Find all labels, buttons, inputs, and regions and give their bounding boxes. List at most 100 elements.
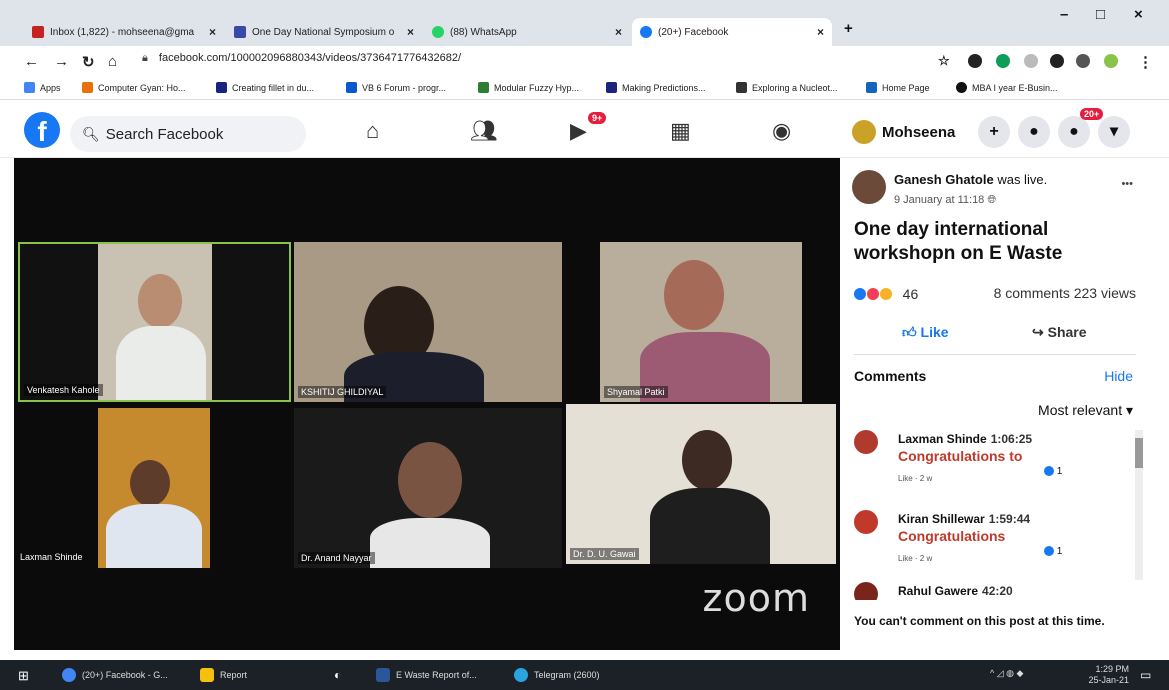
search-placeholder: Search Facebook (105, 125, 224, 143)
post-stats[interactable]: 8 comments 223 views (994, 285, 1136, 301)
bookmark-item[interactable]: Computer Gyan: Ho... (82, 82, 186, 93)
watch-icon[interactable]: ▶ (570, 118, 587, 144)
comment-author[interactable]: Rahul Gawere (898, 584, 978, 598)
share-button[interactable]: ↪ Share (1032, 324, 1087, 341)
bookmark-item[interactable]: Modular Fuzzy Hyp... (478, 82, 579, 93)
extension-icon[interactable] (1024, 54, 1038, 68)
globe-icon: 🌐︎ (987, 194, 997, 206)
cant-comment-notice: You can't comment on this post at this t… (854, 614, 1105, 628)
avatar (852, 120, 876, 144)
reload-icon[interactable]: ↻ (82, 53, 95, 71)
marketplace-icon[interactable]: ▦ (670, 118, 691, 144)
friends-icon[interactable]: 👥︎ (470, 118, 498, 144)
bookmark-item[interactable]: Creating fillet in du... (216, 82, 314, 93)
avatar[interactable] (852, 170, 886, 204)
tab-symposium[interactable]: One Day National Symposium o × (226, 18, 422, 46)
participant-name: KSHITIJ GHILDIYAL (298, 386, 387, 398)
bookmark-label: Making Predictions... (622, 82, 706, 93)
avatar[interactable] (854, 582, 878, 600)
tab-close-icon[interactable]: × (401, 25, 414, 39)
extension-icon[interactable] (996, 54, 1010, 68)
comment-text: Congratulations (898, 528, 1006, 544)
forward-icon[interactable]: → (54, 53, 69, 70)
windows-taskbar: ⊞ (20+) Facebook - G... Report ◐ E Waste… (0, 660, 1169, 690)
participant-image (116, 326, 206, 400)
minimize-button[interactable]: – (1060, 6, 1068, 23)
participant-name: Dr. Anand Nayyar (298, 552, 375, 564)
comment-meta[interactable]: Like · 2 w (898, 554, 932, 563)
reaction-count[interactable]: 46 (903, 286, 919, 302)
close-window-button[interactable]: × (1134, 6, 1143, 23)
tab-gmail[interactable]: Inbox (1,822) - mohseena@gma × (24, 18, 224, 46)
taskbar-item[interactable]: (20+) Facebook - G... (62, 668, 168, 682)
bookmark-item[interactable]: Home Page (866, 82, 930, 93)
comment-author[interactable]: Laxman Shinde (898, 432, 987, 446)
menu-kebab-icon[interactable]: ⋮ (1138, 53, 1153, 71)
notification-center-icon[interactable]: ▭ (1140, 668, 1151, 682)
post-time-text[interactable]: 9 January at 11:18 (894, 194, 984, 206)
tab-whatsapp[interactable]: (88) WhatsApp × (424, 18, 630, 46)
profile-link[interactable]: Mohseena (852, 116, 955, 148)
system-tray-icons[interactable]: ^ ◿ ◍ ◆ (990, 668, 1023, 679)
bookmark-item[interactable]: VB 6 Forum - progr... (346, 82, 446, 93)
profile-avatar[interactable] (1104, 54, 1118, 68)
comment-meta[interactable]: Like · 2 w (898, 474, 932, 483)
participant-image (138, 274, 182, 328)
notifications-icon[interactable]: ● (1058, 116, 1090, 148)
account-menu-icon[interactable]: ▾ (1098, 116, 1130, 148)
apps-grid-icon (24, 82, 35, 93)
post-author-line: Ganesh Ghatole was live. (894, 172, 1047, 187)
bookmark-label: Exploring a Nucleot... (752, 82, 838, 93)
home-icon[interactable]: ⌂ (108, 53, 117, 70)
bookmark-item[interactable]: MBA I year E-Busin... (956, 82, 1058, 93)
hide-comments-link[interactable]: Hide (1104, 368, 1133, 384)
taskbar-item[interactable]: E Waste Report of... (376, 668, 477, 682)
comment-timestamp[interactable]: 1:59:44 (989, 512, 1030, 526)
facebook-logo-icon[interactable]: f (24, 112, 60, 148)
bookmark-item[interactable]: Making Predictions... (606, 82, 706, 93)
avatar[interactable] (854, 430, 878, 454)
avatar[interactable] (854, 510, 878, 534)
taskbar-item[interactable]: Report (200, 668, 247, 682)
bookmark-label: Computer Gyan: Ho... (98, 82, 186, 93)
comments-scrollbar[interactable] (1135, 430, 1143, 580)
new-tab-button[interactable]: + (844, 20, 853, 37)
tab-close-icon[interactable]: × (609, 25, 622, 39)
taskbar-clock[interactable]: 1:29 PM 25-Jan-21 (1088, 664, 1129, 686)
back-icon[interactable]: ← (24, 53, 39, 70)
home-icon[interactable]: ⌂ (366, 118, 379, 144)
comment-timestamp[interactable]: 1:06:25 (991, 432, 1032, 446)
extensions-puzzle-icon[interactable] (1050, 54, 1064, 68)
bookmarks-bar: Apps Computer Gyan: Ho... Creating fille… (0, 78, 1169, 100)
address-bar[interactable]: 🔒︎ facebook.com/100002096880343/videos/3… (142, 52, 461, 65)
like-button[interactable]: 👍︎ Like (902, 324, 949, 341)
tab-facebook[interactable]: (20+) Facebook × (632, 18, 832, 46)
app-icon[interactable]: ◐ (334, 668, 341, 682)
comment-item: Kiran Shillewar 1:59:44 Congratulations L… (854, 510, 1124, 570)
search-input[interactable]: 🔍︎ Search Facebook (70, 116, 306, 152)
windows-start-icon[interactable]: ⊞ (18, 668, 29, 684)
post-author[interactable]: Ganesh Ghatole (894, 172, 994, 187)
bookmark-star-icon[interactable]: ☆ (938, 53, 950, 69)
participant-image (398, 442, 462, 518)
extension-icon[interactable] (968, 54, 982, 68)
bookmark-apps[interactable]: Apps (24, 82, 61, 93)
comments-header: Comments (854, 368, 927, 384)
messenger-icon[interactable]: ● (1018, 116, 1050, 148)
tab-close-icon[interactable]: × (203, 25, 216, 39)
scrollbar-thumb[interactable] (1135, 438, 1143, 468)
tab-close-icon[interactable]: × (811, 25, 824, 39)
comment-author[interactable]: Kiran Shillewar (898, 512, 985, 526)
folder-icon (200, 668, 214, 682)
video-player[interactable]: Venkatesh Kahole KSHITIJ GHILDIYAL Shyam… (14, 158, 840, 650)
reading-list-icon[interactable] (1076, 54, 1090, 68)
post-more-icon[interactable]: ••• (1121, 178, 1133, 190)
create-button[interactable]: + (978, 116, 1010, 148)
comment-timestamp[interactable]: 42:20 (982, 584, 1013, 598)
maximize-button[interactable]: □ (1096, 6, 1105, 23)
participant-image (370, 518, 490, 568)
comment-sort-dropdown[interactable]: Most relevant ▾ (1038, 402, 1133, 419)
bookmark-item[interactable]: Exploring a Nucleot... (736, 82, 838, 93)
groups-icon[interactable]: ◉ (772, 118, 791, 144)
taskbar-item[interactable]: Telegram (2600) (514, 668, 600, 682)
